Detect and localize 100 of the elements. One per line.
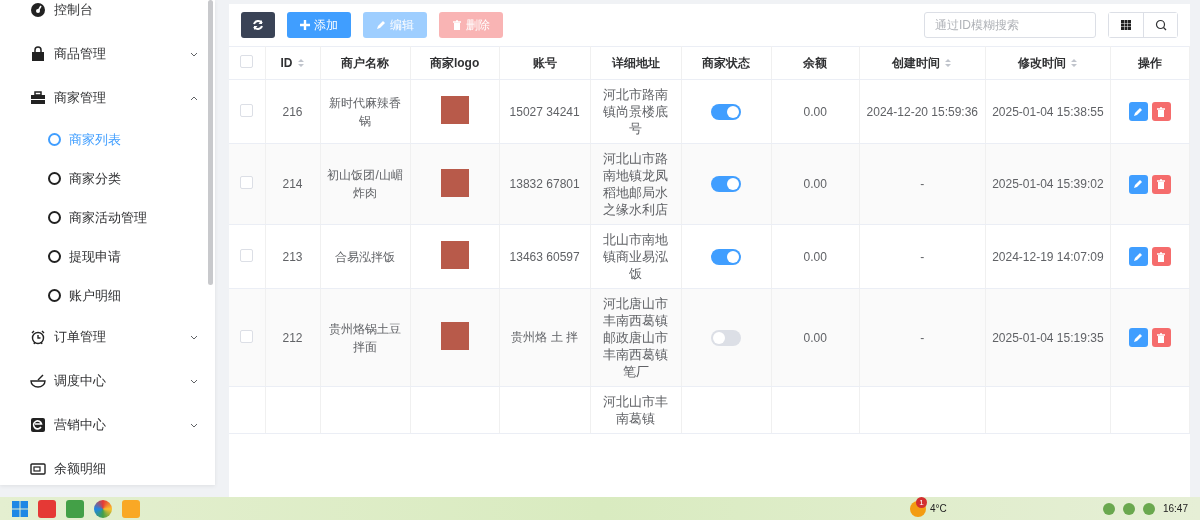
weather-icon[interactable]: 1 (910, 500, 926, 517)
account-cell: 15027 34241 (509, 104, 580, 119)
delete-button[interactable] (1151, 328, 1171, 347)
column-header: 余额 (803, 54, 828, 72)
column-header: 商户名称 (341, 54, 390, 72)
select-all-checkbox[interactable] (240, 55, 254, 68)
sort-icon[interactable] (944, 57, 953, 69)
edit-button[interactable] (1128, 102, 1148, 121)
address-cell: 河北市路南镇尚景楼底号 (602, 86, 669, 137)
modified-time-cell: 2024-12-19 14:07:09 (992, 249, 1104, 264)
delete-button[interactable] (1151, 174, 1171, 194)
trash-icon (1156, 106, 1167, 117)
search-field[interactable]: 通过ID模糊搜索 (924, 12, 1096, 38)
tray-icon[interactable] (1122, 502, 1135, 515)
column-header: 详细地址 (611, 54, 660, 72)
delete-button[interactable] (1151, 102, 1171, 121)
scrollbar-thumb[interactable] (208, 0, 213, 285)
sidebar-item[interactable]: 商家管理 (0, 76, 215, 120)
address-cell: 河北唐山市丰南西葛镇邮政唐山市丰南西葛镇笔厂 (602, 295, 669, 380)
edit-button[interactable] (1128, 328, 1148, 347)
merchant-name: 新时代麻辣香锅 (328, 94, 403, 130)
address-cell: 北山市南地镇商业易泓饭 (602, 231, 669, 282)
account-cell: 13832 67801 (509, 177, 580, 191)
delete-button[interactable] (1151, 247, 1171, 266)
sidebar-item[interactable]: 控制台 (0, 0, 215, 32)
pencil-icon (376, 20, 386, 30)
id-cell: 214 (282, 177, 303, 191)
address-cell: 河北山市路南地镇龙凤稻地邮局水之缘水利店 (602, 150, 669, 218)
column-header: 商家logo (429, 54, 480, 72)
column-header: 商家状态 (702, 54, 751, 72)
merchant-name: 初山饭团/山嵋炸肉 (326, 167, 404, 202)
sidebar-item[interactable]: 余额明细 (0, 447, 215, 485)
status-toggle[interactable] (711, 329, 742, 346)
sidebar-item[interactable]: 商品管理 (0, 32, 215, 76)
merchant-name: 贵州烙锅土豆拌面 (328, 320, 403, 356)
sidebar-subitem[interactable]: 账户明细 (0, 276, 215, 315)
letter-e-icon (30, 417, 46, 433)
logo-photo-placeholder (440, 168, 469, 197)
logo-photo-placeholder (440, 322, 469, 350)
trash-icon (1156, 251, 1167, 262)
folder-icon[interactable] (122, 499, 140, 518)
column-header: 账号 (532, 54, 557, 72)
bowl-icon (30, 373, 46, 389)
sort-icon[interactable] (296, 57, 305, 69)
modified-time-cell: 2025-01-04 15:39:02 (992, 177, 1104, 191)
plus-icon (300, 20, 310, 30)
tray-icon[interactable] (1102, 502, 1115, 515)
id-cell: 216 (282, 104, 303, 119)
windows-logo-icon[interactable] (12, 500, 28, 517)
wallet-icon (30, 461, 46, 477)
balance-cell: 0.00 (803, 177, 827, 191)
sort-icon[interactable] (1069, 57, 1078, 69)
sidebar-subitem[interactable]: 商家分类 (0, 159, 215, 198)
row-checkbox[interactable] (240, 176, 254, 189)
search-icon (1154, 19, 1167, 31)
sidebar-subitem[interactable]: 商家活动管理 (0, 198, 215, 237)
column-header: 修改时间 (1017, 54, 1066, 72)
refresh-button[interactable] (241, 12, 275, 38)
status-toggle[interactable] (711, 248, 742, 265)
search-button[interactable] (1143, 13, 1177, 37)
edit-button[interactable] (1128, 247, 1148, 266)
logo-photo-placeholder (440, 241, 469, 269)
pencil-icon (1133, 106, 1144, 117)
grid-icon (1121, 20, 1131, 30)
trash-icon (1156, 332, 1167, 343)
id-cell: 212 (282, 330, 303, 345)
balance-cell: 0.00 (803, 104, 827, 119)
created-time-cell: - (920, 177, 925, 191)
app-icon[interactable] (38, 499, 56, 518)
pencil-icon (1133, 332, 1144, 343)
pencil-icon (1133, 179, 1144, 189)
row-checkbox[interactable] (240, 103, 254, 117)
status-toggle[interactable] (711, 103, 742, 120)
sidebar-item[interactable]: 营销中心 (0, 403, 215, 447)
created-time-cell: - (920, 249, 925, 264)
sidebar-subitem[interactable]: 提现申请 (0, 237, 215, 276)
bag-icon (30, 46, 46, 62)
tray-icon[interactable] (1142, 502, 1155, 515)
sidebar-item[interactable]: 订单管理 (0, 315, 215, 359)
temperature: 4°C (930, 503, 947, 514)
trash-icon (1156, 179, 1167, 189)
address-cell: 河北山市丰南葛镇 (602, 393, 669, 427)
trash-icon (452, 20, 462, 30)
browser-icon[interactable] (94, 499, 112, 518)
sidebar-item[interactable]: 调度中心 (0, 359, 215, 403)
pencil-icon (1133, 251, 1144, 262)
chat-app-icon[interactable] (66, 499, 84, 518)
briefcase-icon (30, 90, 46, 106)
refresh-icon (252, 19, 264, 31)
row-checkbox[interactable] (240, 329, 254, 343)
edit-button[interactable] (1128, 174, 1148, 194)
clock: 16:47 (1162, 503, 1188, 514)
modified-time-cell: 2025-01-04 15:19:35 (992, 330, 1104, 345)
balance-cell: 0.00 (803, 249, 827, 264)
column-header: ID (280, 56, 293, 70)
created-time-cell: - (920, 330, 925, 345)
row-checkbox[interactable] (240, 248, 254, 262)
status-toggle[interactable] (711, 176, 742, 192)
account-cell: 贵州烙 土 拌 (511, 330, 578, 344)
merchant-name: 合易泓拌饭 (334, 248, 397, 266)
